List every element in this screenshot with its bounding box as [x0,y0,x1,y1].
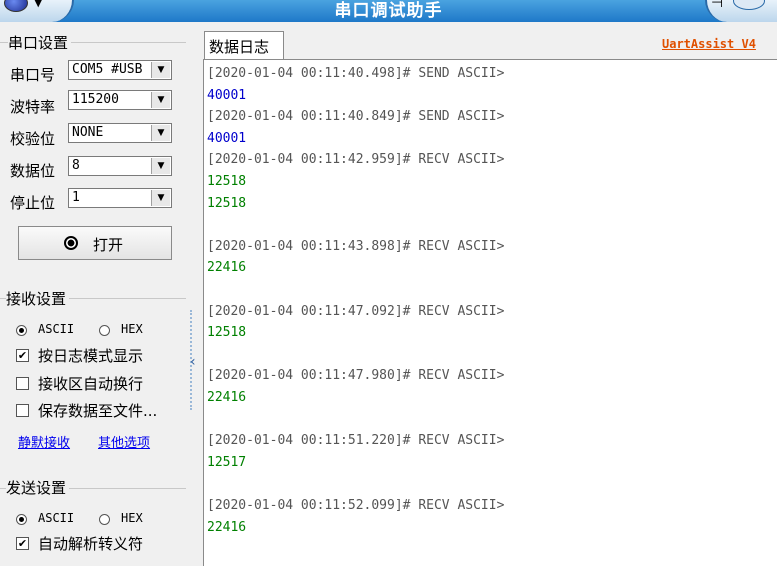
silent-receive-link[interactable]: 静默接收 [18,432,70,451]
baud-value: 115200 [72,92,119,107]
log-entry-header: [2020-01-04 00:11:43.898]# RECV ASCII> [207,238,505,254]
panel-splitter[interactable]: ‹ [190,310,202,410]
window-title: 串口调试助手 [334,1,443,21]
power-indicator-icon [64,236,78,250]
data-log-area[interactable]: [2020-01-04 00:11:40.498]# SEND ASCII> 40… [203,59,777,566]
open-port-label: 打开 [93,236,124,254]
brand-link[interactable]: UartAssist V4 [662,37,756,51]
send-settings-title: 发送设置 [6,477,70,498]
save-file-label: 保存数据至文件... [38,402,158,420]
log-entry-header: [2020-01-04 00:11:52.099]# RECV ASCII> [207,498,505,513]
log-entry-data: 22416 [207,390,247,405]
log-entry-header: [2020-01-04 00:11:40.498]# SEND ASCII> [207,66,505,81]
title-right-cap: ⊣ [705,0,777,22]
recv-hex-label: HEX [121,322,143,336]
port-value: COM5 #USB [72,62,143,77]
recv-ascii-radio[interactable] [16,325,27,336]
log-entry-data: 40001 [207,87,247,103]
log-entry-header: [2020-01-04 00:11:47.980]# RECV ASCII> [207,368,505,384]
databits-value: 8 [72,158,80,173]
recv-ascii-label: ASCII [38,322,75,336]
open-port-button[interactable]: 打开 [18,226,172,260]
serial-settings-title: 串口设置 [8,32,72,53]
send-hex-radio[interactable] [99,514,110,525]
databits-select[interactable]: 8 ▼ [68,156,172,176]
baud-select[interactable]: 115200 ▼ [68,90,172,110]
log-entry-header: [2020-01-04 00:11:47.092]# RECV ASCII> [207,303,505,319]
log-entry-data: 12518 [207,325,247,341]
parity-label: 校验位 [10,130,56,148]
log-entry-header: [2020-01-04 00:11:40.849]# SEND ASCII> [207,109,505,125]
parity-select[interactable]: NONE ▼ [68,123,172,143]
stopbits-select[interactable]: 1 ▼ [68,188,172,208]
log-entry-header: [2020-01-04 00:11:42.959]# RECV ASCII> [207,152,505,168]
pin-icon[interactable]: ⊣ [711,0,723,11]
other-options-link[interactable]: 其他选项 [98,432,150,451]
recv-hex-radio[interactable] [99,325,110,336]
tab-data-log[interactable]: 数据日志 [204,31,284,59]
log-entry-header: [2020-01-04 00:11:51.220]# RECV ASCII> [207,433,505,449]
tab-data-log-label: 数据日志 [209,38,270,56]
port-label: 串口号 [10,66,56,84]
send-ascii-label: ASCII [38,511,75,525]
receive-settings-title: 接收设置 [6,288,70,309]
log-entry-data: 12517 [207,454,247,470]
log-entry-data: 40001 [207,130,247,146]
port-select[interactable]: COM5 #USB ▼ [68,60,172,80]
log-entry-data: 12518 [207,195,247,211]
log-entry-data: 12518 [207,174,247,189]
baud-label: 波特率 [10,98,56,116]
log-entry-data: 22416 [207,260,247,276]
auto-wrap-label: 接收区自动换行 [38,375,144,393]
stopbits-value: 1 [72,190,80,205]
log-mode-checkbox[interactable]: ✔ [16,349,29,362]
parity-value: NONE [72,125,104,140]
auto-escape-checkbox[interactable]: ✔ [16,537,29,550]
save-file-checkbox[interactable] [16,404,29,417]
chevron-down-icon[interactable]: ▼ [151,62,170,78]
chevron-down-icon[interactable]: ▼ [151,190,170,206]
title-bar: ▼ 串口调试助手 ⊣ [0,0,777,22]
auto-escape-label: 自动解析转义符 [38,535,144,553]
chevron-left-icon[interactable]: ‹ [190,354,196,370]
log-mode-label: 按日志模式显示 [38,347,144,365]
settings-panel: 串口设置 串口号 COM5 #USB ▼ 波特率 115200 ▼ 校验位 NO… [0,22,190,565]
auto-wrap-checkbox[interactable] [16,377,29,390]
send-hex-label: HEX [121,511,143,525]
databits-label: 数据位 [10,162,56,180]
chevron-down-icon[interactable]: ▼ [151,125,170,141]
stopbits-label: 停止位 [10,194,56,212]
send-ascii-radio[interactable] [16,514,27,525]
minimize-button[interactable] [733,0,765,10]
chevron-down-icon[interactable]: ▼ [151,92,170,108]
log-entry-data: 22416 [207,519,247,535]
chevron-down-icon[interactable]: ▼ [151,158,170,174]
